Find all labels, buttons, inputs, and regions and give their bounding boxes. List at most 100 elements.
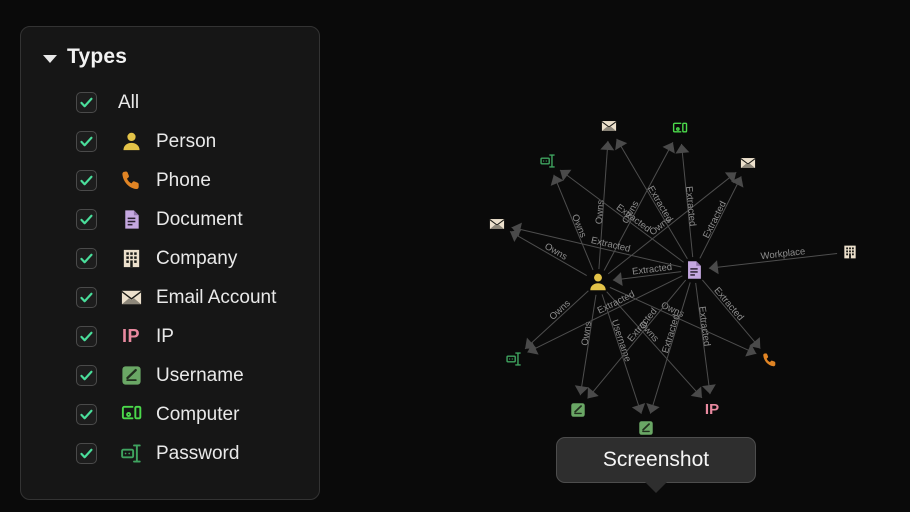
edge-arrowhead (675, 143, 690, 154)
edge-label: Owns (569, 213, 589, 240)
checkbox-document[interactable] (76, 209, 97, 230)
entity-graph[interactable]: Owns Owns Owns Owns Owns Username Owns Owns Owns… (330, 0, 910, 512)
phone-icon (118, 169, 144, 193)
page-title: Types (67, 45, 128, 68)
type-filter-label: Person (156, 130, 217, 152)
tooltip-label: Screenshot (602, 448, 710, 471)
edge-label: Extracted (696, 306, 712, 347)
graph-edge[interactable]: Workplace (708, 246, 838, 275)
edge-arrowhead (612, 272, 623, 286)
type-filter-list: All Person Phone Document Company Email Accou… (21, 83, 319, 473)
edge-arrowhead (690, 386, 702, 398)
checkbox-username[interactable] (76, 365, 97, 386)
type-filter-label: Phone (156, 169, 211, 191)
computer-icon (118, 403, 144, 427)
edge-label: Extracted (596, 289, 637, 317)
checkbox-person[interactable] (76, 131, 97, 152)
edge-arrowhead (701, 384, 716, 395)
edge-label: Extracted (590, 235, 632, 255)
type-filter-label: Document (156, 208, 243, 230)
types-filter-panel: Types All Person Phone Document Company Email… (20, 26, 320, 500)
edge-label: Owns (542, 241, 569, 263)
person-icon (590, 273, 606, 291)
edge-arrowhead (708, 260, 719, 275)
graph-node-phone[interactable] (763, 353, 776, 367)
type-filter-row-password[interactable]: Password (21, 434, 319, 473)
type-filter-row-all[interactable]: All (21, 83, 319, 122)
checkbox-password[interactable] (76, 443, 97, 464)
company-icon (118, 247, 144, 271)
checkbox-email-account[interactable] (76, 287, 97, 308)
type-filter-row-email-account[interactable]: Email Account (21, 278, 319, 317)
graph-node-envelope[interactable] (489, 219, 505, 229)
username-icon (571, 403, 585, 417)
envelope-icon (740, 158, 756, 168)
type-filter-label: IP (156, 325, 174, 347)
edge-arrowhead (560, 169, 572, 181)
edge-arrowhead (662, 142, 675, 154)
graph-edge[interactable]: Extracted (695, 282, 716, 395)
graph-edge[interactable]: Owns (509, 229, 587, 276)
graph-node-username[interactable] (639, 421, 653, 435)
edge-arrowhead (587, 387, 599, 399)
graph-node-person[interactable] (590, 273, 606, 291)
type-filter-label: Computer (156, 403, 240, 425)
graph-edge[interactable]: Owns (574, 294, 597, 396)
edge-label: Extracted (660, 313, 682, 355)
type-filter-label: Company (156, 247, 238, 269)
type-filter-label: Username (156, 364, 244, 386)
graph-edge[interactable]: Extracted (699, 176, 744, 259)
checkbox-computer[interactable] (76, 404, 97, 425)
checkbox-phone[interactable] (76, 170, 97, 191)
graph-canvas: OwnsOwnsOwnsOwnsOwns UsernameOwnsOwnsOwns… (489, 121, 856, 435)
graph-node-computer[interactable] (672, 122, 688, 133)
edge-label: Owns (547, 298, 573, 323)
document-icon (118, 208, 144, 232)
types-panel-header[interactable]: Types (21, 27, 319, 69)
triangle-down-icon[interactable] (43, 54, 57, 63)
ip-icon: IP (705, 401, 719, 418)
type-filter-row-phone[interactable]: Phone (21, 161, 319, 200)
type-filter-row-document[interactable]: Document (21, 200, 319, 239)
envelope-icon (118, 286, 144, 310)
edge-arrowhead (615, 138, 628, 151)
type-filter-row-computer[interactable]: Computer (21, 395, 319, 434)
edge-label: Extracted (701, 199, 729, 240)
graph-nodes: IP (489, 121, 856, 435)
type-filter-row-ip[interactable]: IP IP (21, 317, 319, 356)
document-icon (688, 261, 701, 279)
password-icon (540, 154, 555, 168)
graph-edge[interactable]: Extracted (675, 143, 698, 258)
checkbox-company[interactable] (76, 248, 97, 269)
username-icon (118, 364, 144, 388)
graph-edge[interactable]: Extracted (612, 262, 682, 286)
edge-label: Extracted (683, 186, 698, 227)
edge-arrowhead (600, 140, 615, 151)
checkbox-all[interactable] (76, 92, 97, 113)
graph-node-password[interactable] (506, 352, 521, 366)
envelope-icon (601, 121, 617, 131)
ip-icon: IP (121, 326, 140, 346)
username-icon (639, 421, 653, 435)
edge-arrowhead (574, 385, 589, 396)
graph-node-password[interactable] (540, 154, 555, 168)
graph-node-username[interactable] (571, 403, 585, 417)
graph-edge[interactable]: Extracted (615, 138, 688, 260)
type-filter-row-company[interactable]: Company (21, 239, 319, 278)
graph-node-envelope[interactable] (601, 121, 617, 131)
checkbox-ip[interactable] (76, 326, 97, 347)
type-filter-row-person[interactable]: Person (21, 122, 319, 161)
graph-edges: OwnsOwnsOwnsOwnsOwns UsernameOwnsOwnsOwns… (509, 138, 838, 414)
graph-node-document[interactable] (688, 261, 701, 279)
type-filter-row-username[interactable]: Username (21, 356, 319, 395)
graph-node-envelope[interactable] (740, 158, 756, 168)
graph-node-ip[interactable]: IP (705, 401, 719, 418)
type-filter-label: All (118, 91, 140, 113)
edge-label: Extracted (711, 285, 745, 323)
password-icon (118, 442, 144, 466)
type-filter-label: Password (156, 442, 240, 464)
graph-node-company[interactable] (844, 245, 856, 259)
company-icon (844, 245, 856, 259)
password-icon (506, 352, 521, 366)
graph-edge[interactable]: Owns (524, 290, 589, 350)
